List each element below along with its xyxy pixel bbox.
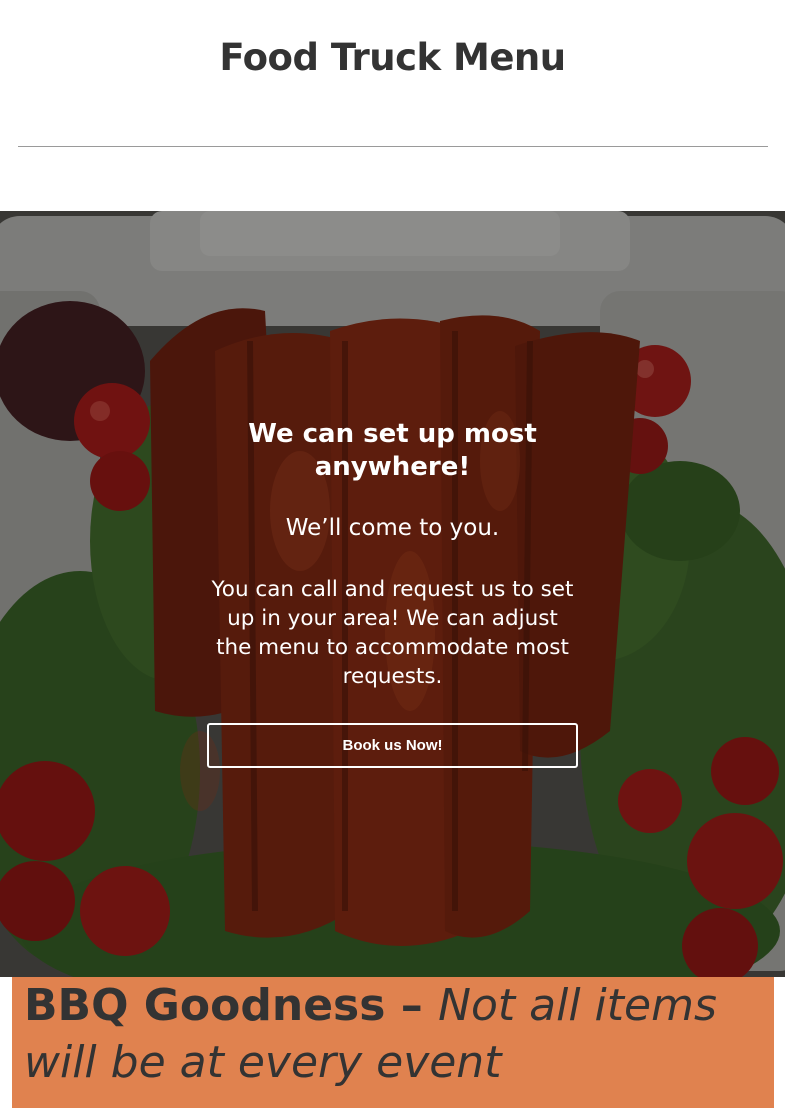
hero-subheading: We’ll come to you. [285,515,500,541]
menu-section-banner: BBQ Goodness – Not all items will be at … [12,977,774,1108]
menu-section-heading: BBQ Goodness – Not all items will be at … [24,977,764,1091]
page: Food Truck Menu We can set up most anywh… [0,0,785,1108]
hero-content: We can set up most anywhere! We’ll come … [207,418,578,768]
hero-heading: We can set up most anywhere! [248,419,537,482]
menu-section-title: BBQ Goodness [24,980,386,1031]
header-divider [18,146,768,147]
hero-body-text: You can call and request us to set up in… [211,577,574,689]
menu-section-separator: – [385,980,439,1031]
hero-section: We can set up most anywhere! We’ll come … [0,211,785,977]
page-title: Food Truck Menu [219,36,566,79]
book-us-now-button[interactable]: Book us Now! [207,723,578,768]
